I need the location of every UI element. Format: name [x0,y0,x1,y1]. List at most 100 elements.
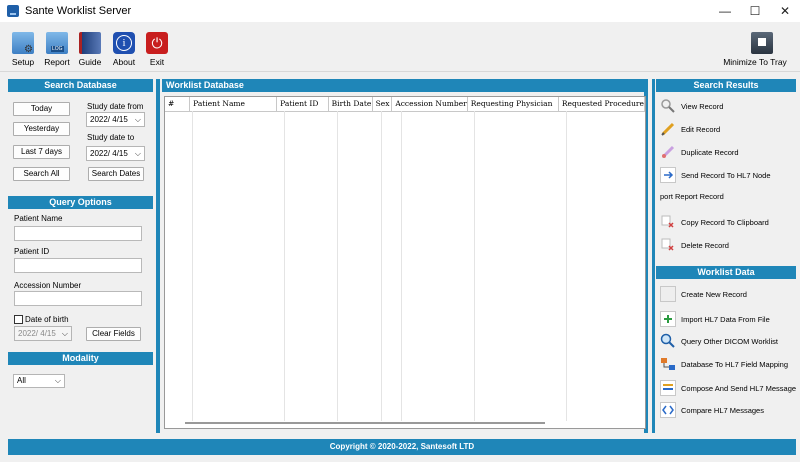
maximize-button[interactable]: ☐ [740,0,770,22]
about-label: About [112,57,136,67]
report-label: Report [44,57,70,67]
export-report-record-button[interactable]: port Report Record [660,192,724,201]
study-date-to-picker[interactable]: 2022/ 4/15 ⌵ [86,146,145,161]
copy-record-label: Copy Record To Clipboard [681,217,769,227]
magnifier-icon [660,98,676,114]
duplicate-icon [660,144,676,160]
compare-icon [660,402,676,418]
toolbar: Setup Report Guide i About ⏻ Exit Minimi… [0,22,800,72]
grid-lines [192,111,567,421]
last-7-days-button[interactable]: Last 7 days [13,145,70,159]
power-icon: ⏻ [146,32,168,54]
exit-button[interactable]: ⏻ Exit [140,32,174,67]
info-icon: i [113,32,135,54]
today-button[interactable]: Today [13,102,70,116]
send-record-to-hl7-node-button[interactable]: Send Record To HL7 Node [660,167,771,183]
new-record-icon [660,286,676,302]
grid-header-row: # Patient Name Patient ID Birth Date Sex… [165,97,645,112]
search-dates-button[interactable]: Search Dates [88,167,144,181]
date-of-birth-checkbox[interactable] [14,315,23,324]
close-button[interactable]: ✕ [770,0,800,22]
column-header[interactable]: Birth Date [328,97,373,112]
send-record-label: Send Record To HL7 Node [681,170,771,180]
compare-hl7-label: Compare HL7 Messages [681,405,764,415]
column-header[interactable]: Accession Number [391,97,468,112]
accession-number-label: Accession Number [14,281,82,290]
worklist-database-header: Worklist Database [162,79,644,92]
yesterday-button[interactable]: Yesterday [13,122,70,136]
query-other-dicom-worklist-button[interactable]: Query Other DICOM Worklist [660,333,778,349]
date-of-birth-value: 2022/ 4/15 [18,329,56,338]
worklist-grid[interactable]: # Patient Name Patient ID Birth Date Sex… [164,96,646,429]
pencil-icon [660,121,676,137]
app-icon [7,5,19,17]
duplicate-record-button[interactable]: Duplicate Record [660,144,739,160]
book-icon [79,32,101,54]
delete-icon [660,237,676,253]
compose-and-send-hl7-message-button[interactable]: Compose And Send HL7 Message [660,380,796,396]
patient-id-label: Patient ID [14,247,50,256]
database-to-hl7-field-mapping-button[interactable]: Database To HL7 Field Mapping [660,356,788,372]
edit-record-button[interactable]: Edit Record [660,121,720,137]
column-header[interactable]: # [165,97,191,112]
horizontal-scrollbar[interactable] [185,422,545,424]
copyright-footer: Copyright © 2020-2022, Santesoft LTD [8,439,796,455]
study-date-from-value: 2022/ 4/15 [90,115,128,124]
divider [652,79,655,433]
worklist-data-header: Worklist Data [656,266,796,279]
window-title: Sante Worklist Server [25,5,132,17]
column-header[interactable]: Patient ID [276,97,329,112]
import-hl7-data-button[interactable]: Import HL7 Data From File [660,311,770,327]
tray-icon [751,32,773,54]
study-date-from-picker[interactable]: 2022/ 4/15 ⌵ [86,112,145,127]
setup-label: Setup [11,57,35,67]
tray-label: Minimize To Tray [723,57,787,67]
import-hl7-label: Import HL7 Data From File [681,314,770,324]
compare-hl7-messages-button[interactable]: Compare HL7 Messages [660,402,764,418]
column-header[interactable]: Requesting Physician [467,97,559,112]
clear-fields-button[interactable]: Clear Fields [86,327,141,341]
date-of-birth-label: Date of birth [25,315,69,324]
minimize-to-tray-button[interactable]: Minimize To Tray [723,32,787,67]
column-header[interactable]: Requested Procedure [558,97,645,112]
query-icon [660,333,676,349]
guide-button[interactable]: Guide [73,32,107,67]
title-bar: Sante Worklist Server — ☐ ✕ [0,0,800,22]
chevron-down-icon: ⌵ [54,376,61,385]
date-of-birth-picker[interactable]: 2022/ 4/15 ⌵ [14,326,72,341]
search-database-header: Search Database [8,79,153,92]
left-panel: Search Database [8,79,153,92]
exit-label: Exit [149,57,165,67]
guide-label: Guide [78,57,102,67]
send-icon [660,167,676,183]
accession-number-input[interactable] [14,291,142,306]
view-record-label: View Record [681,101,724,111]
report-button[interactable]: Report [40,32,74,67]
patient-name-input[interactable] [14,226,142,241]
column-header[interactable]: Sex [372,97,393,112]
create-new-record-button[interactable]: Create New Record [660,286,747,302]
report-icon [46,32,68,54]
delete-record-button[interactable]: Delete Record [660,237,729,253]
field-mapping-label: Database To HL7 Field Mapping [681,359,789,369]
query-options-header: Query Options [8,196,153,209]
create-new-record-label: Create New Record [681,289,747,299]
modality-select[interactable]: All ⌵ [13,374,65,388]
patient-id-input[interactable] [14,258,142,273]
chevron-down-icon: ⌵ [134,115,141,124]
modality-header: Modality [8,352,153,365]
copy-record-to-clipboard-button[interactable]: Copy Record To Clipboard [660,214,769,230]
setup-icon [12,32,34,55]
chevron-down-icon: ⌵ [134,149,141,158]
setup-button[interactable]: Setup [6,32,40,67]
divider [156,79,160,433]
column-header[interactable]: Patient Name [189,97,278,112]
about-button[interactable]: i About [107,32,141,67]
view-record-button[interactable]: View Record [660,98,723,114]
mapping-icon [660,356,676,372]
minimize-button[interactable]: — [710,0,740,22]
search-all-button[interactable]: Search All [13,167,70,181]
study-date-to-value: 2022/ 4/15 [90,149,128,158]
worklist-panel: Worklist Database # Patient Name Patient… [162,79,648,433]
study-date-from-label: Study date from [87,102,144,111]
